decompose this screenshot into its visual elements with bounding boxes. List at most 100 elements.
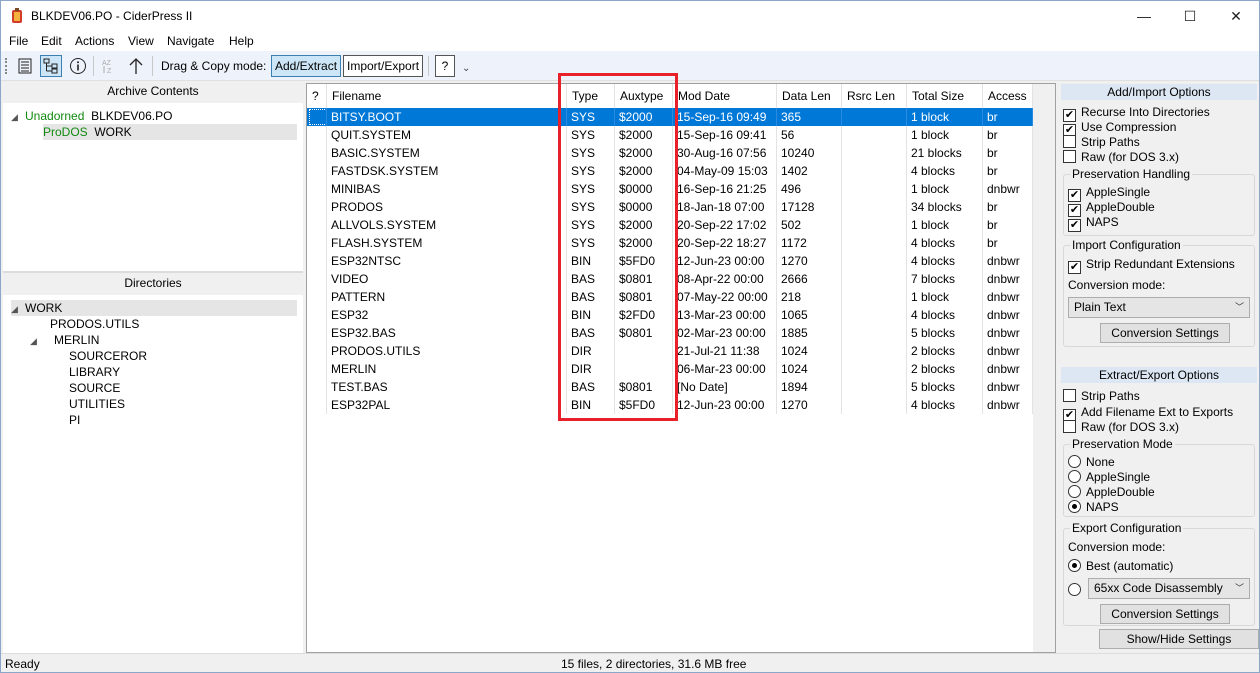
add-extract-mode-button[interactable]: Add/Extract bbox=[271, 55, 342, 77]
preservation-none-radio[interactable]: None bbox=[1068, 455, 1115, 470]
menu-file[interactable]: File bbox=[9, 34, 28, 48]
cell-auxtype: $2000 bbox=[615, 216, 673, 234]
group-title: Preservation Handling bbox=[1070, 167, 1193, 181]
dir-node-root[interactable]: ◢ WORK bbox=[11, 300, 297, 316]
sort-button[interactable]: AZ Z bbox=[98, 55, 120, 77]
recurse-checkbox[interactable]: ✔ Recurse Into Directories bbox=[1063, 105, 1210, 122]
export-best-radio[interactable]: Best (automatic) bbox=[1068, 559, 1173, 574]
cell-rsrc-len bbox=[842, 180, 907, 198]
dir-node[interactable]: PRODOS.UTILS bbox=[50, 316, 139, 332]
table-row[interactable]: ESP32 BIN $2FD0 13-Mar-23 00:00 1065 4 blocks… bbox=[307, 306, 1033, 324]
directory-tree[interactable]: ◢ WORK PRODOS.UTILS ◢ MERLIN SOURCEROR LI… bbox=[3, 295, 303, 653]
collapse-triangle-icon[interactable]: ◢ bbox=[11, 301, 25, 317]
minimize-button[interactable]: — bbox=[1121, 1, 1167, 31]
add-raw-checkbox[interactable]: Raw (for DOS 3.x) bbox=[1063, 150, 1179, 165]
extract-strip-paths-checkbox[interactable]: Strip Paths bbox=[1063, 389, 1140, 404]
collapse-triangle-icon[interactable]: ◢ bbox=[30, 333, 44, 349]
cell-filename: ESP32PAL bbox=[327, 396, 567, 414]
column-header-access[interactable]: Access bbox=[983, 84, 1033, 108]
import-conversion-mode-select[interactable]: Plain Text ﹀ bbox=[1068, 297, 1250, 318]
archive-node-selected[interactable]: ProDOS WORK bbox=[43, 124, 297, 140]
menu-help[interactable]: Help bbox=[229, 34, 254, 48]
menu-edit[interactable]: Edit bbox=[41, 34, 62, 48]
close-button[interactable]: ✕ bbox=[1213, 1, 1259, 31]
menu-actions[interactable]: Actions bbox=[75, 34, 114, 48]
table-row[interactable]: QUIT.SYSTEM SYS $2000 15-Sep-16 09:41 56 1 bl… bbox=[307, 126, 1033, 144]
add-appledouble-checkbox[interactable]: ✔ AppleDouble bbox=[1068, 200, 1155, 217]
arrow-up-icon bbox=[129, 58, 143, 74]
import-export-mode-button[interactable]: Import/Export bbox=[343, 55, 424, 77]
vertical-scrollbar[interactable] bbox=[1033, 84, 1055, 652]
option-label: Strip Paths bbox=[1081, 389, 1140, 403]
pane-splitter[interactable] bbox=[3, 271, 303, 273]
maximize-button[interactable]: ☐ bbox=[1167, 1, 1213, 31]
navigate-up-button[interactable] bbox=[125, 55, 147, 77]
column-header-rsrc-len[interactable]: Rsrc Len bbox=[842, 84, 907, 108]
archive-tree[interactable]: ◢ Unadorned BLKDEV06.PO ProDOS WORK bbox=[3, 103, 303, 271]
table-row[interactable]: BASIC.SYSTEM SYS $2000 30-Aug-16 07:56 10240… bbox=[307, 144, 1033, 162]
cell-type: SYS bbox=[567, 234, 615, 252]
radio-icon bbox=[1068, 470, 1081, 483]
table-row[interactable]: MINIBAS SYS $0000 16-Sep-16 21:25 496 1 block… bbox=[307, 180, 1033, 198]
cell-auxtype: $0000 bbox=[615, 180, 673, 198]
cell-data-len: 1172 bbox=[777, 234, 842, 252]
window-title: BLKDEV06.PO - CiderPress II bbox=[31, 9, 193, 23]
show-hide-settings-button[interactable]: Show/Hide Settings bbox=[1099, 629, 1259, 649]
file-list[interactable]: ? Filename Type Auxtype Mod Date Data Le… bbox=[306, 83, 1056, 653]
full-list-toggle-button[interactable] bbox=[40, 55, 62, 77]
collapse-triangle-icon[interactable]: ◢ bbox=[11, 109, 25, 125]
svg-text:Z: Z bbox=[107, 68, 112, 75]
table-row[interactable]: FLASH.SYSTEM SYS $2000 20-Sep-22 18:27 1172 4… bbox=[307, 234, 1033, 252]
column-header-question[interactable]: ? bbox=[307, 84, 327, 108]
dir-node[interactable]: LIBRARY bbox=[69, 364, 120, 380]
table-row[interactable]: PRODOS.UTILS DIR 21-Jul-21 11:38 1024 2 bloc… bbox=[307, 342, 1033, 360]
column-header-auxtype[interactable]: Auxtype bbox=[615, 84, 673, 108]
table-row[interactable]: ESP32NTSC BIN $5FD0 12-Jun-23 00:00 1270 4 bl… bbox=[307, 252, 1033, 270]
add-filename-ext-checkbox[interactable]: ✔ Add Filename Ext to Exports bbox=[1063, 405, 1233, 422]
dir-node[interactable]: ◢ MERLIN bbox=[30, 332, 99, 348]
table-row[interactable]: PRODOS SYS $0000 18-Jan-18 07:00 17128 34 blo… bbox=[307, 198, 1033, 216]
dir-node[interactable]: UTILITIES bbox=[69, 396, 125, 412]
cell-type: SYS bbox=[567, 126, 615, 144]
dir-node[interactable]: PI bbox=[69, 412, 80, 428]
menu-view[interactable]: View bbox=[128, 34, 154, 48]
preservation-naps-radio[interactable]: NAPS bbox=[1068, 500, 1119, 515]
column-header-data-len[interactable]: Data Len bbox=[777, 84, 842, 108]
export-specific-radio[interactable] bbox=[1068, 583, 1081, 596]
table-row[interactable]: ALLVOLS.SYSTEM SYS $2000 20-Sep-22 17:02 502… bbox=[307, 216, 1033, 234]
table-row[interactable]: ESP32.BAS BAS $0801 02-Mar-23 00:00 1885 5 bl… bbox=[307, 324, 1033, 342]
cell-filename: MERLIN bbox=[327, 360, 567, 378]
archive-node[interactable]: ◢ Unadorned BLKDEV06.PO bbox=[11, 108, 172, 124]
cell-focus bbox=[307, 198, 327, 216]
column-header-mod-date[interactable]: Mod Date bbox=[673, 84, 777, 108]
help-button[interactable]: ? bbox=[435, 55, 455, 77]
table-row[interactable]: FASTDSK.SYSTEM SYS $2000 04-May-09 15:03 140… bbox=[307, 162, 1033, 180]
column-header-filename[interactable]: Filename bbox=[327, 84, 567, 108]
table-row-selected[interactable]: BITSY.BOOT SYS $2000 15-Sep-16 09:49 365 1 bl… bbox=[307, 108, 1033, 126]
import-conversion-settings-button[interactable]: Conversion Settings bbox=[1100, 323, 1230, 343]
column-header-type[interactable]: Type bbox=[567, 84, 615, 108]
dir-node[interactable]: SOURCEROR bbox=[69, 348, 147, 364]
preservation-appledouble-radio[interactable]: AppleDouble bbox=[1068, 485, 1155, 500]
export-conversion-mode-select[interactable]: 65xx Code Disassembly ﹀ bbox=[1088, 578, 1250, 599]
table-row[interactable]: MERLIN DIR 06-Mar-23 00:00 1024 2 blocks dnbw… bbox=[307, 360, 1033, 378]
table-row[interactable]: PATTERN BAS $0801 07-May-22 00:00 218 1 block… bbox=[307, 288, 1033, 306]
add-applesingle-checkbox[interactable]: ✔ AppleSingle bbox=[1068, 185, 1150, 202]
add-naps-checkbox[interactable]: ✔ NAPS bbox=[1068, 215, 1119, 232]
menu-navigate[interactable]: Navigate bbox=[167, 34, 214, 48]
column-header-total-size[interactable]: Total Size bbox=[907, 84, 983, 108]
table-row[interactable]: TEST.BAS BAS $0801 [No Date] 1894 5 blocks dnb… bbox=[307, 378, 1033, 396]
file-list-view-button[interactable] bbox=[14, 55, 36, 77]
add-strip-paths-checkbox[interactable]: Strip Paths bbox=[1063, 135, 1140, 150]
table-row[interactable]: VIDEO BAS $0801 08-Apr-22 00:00 2666 7 blocks… bbox=[307, 270, 1033, 288]
strip-extensions-checkbox[interactable]: ✔ Strip Redundant Extensions bbox=[1068, 257, 1235, 274]
dir-node[interactable]: SOURCE bbox=[69, 380, 120, 396]
export-conversion-settings-button[interactable]: Conversion Settings bbox=[1100, 604, 1230, 624]
toolbar-grip[interactable] bbox=[5, 58, 7, 74]
table-row[interactable]: ESP32PAL BIN $5FD0 12-Jun-23 00:00 1270 4 blo… bbox=[307, 396, 1033, 414]
preservation-applesingle-radio[interactable]: AppleSingle bbox=[1068, 470, 1150, 485]
extract-raw-checkbox[interactable]: Raw (for DOS 3.x) bbox=[1063, 420, 1179, 435]
info-button[interactable] bbox=[67, 55, 89, 77]
toolbar-overflow-icon[interactable]: ⌄ bbox=[462, 63, 470, 74]
use-compression-checkbox[interactable]: ✔ Use Compression bbox=[1063, 120, 1176, 137]
